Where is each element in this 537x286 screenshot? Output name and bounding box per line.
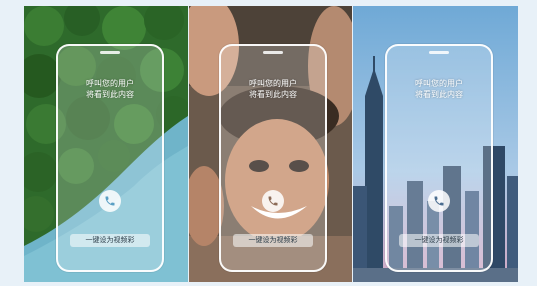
caller-notice-line1: 呼叫您的用户 xyxy=(86,79,134,88)
preview-panel-forest[interactable]: 呼叫您的用户 将看到此内容 一键设为视频彩 xyxy=(24,6,188,282)
set-video-ringtone-button[interactable]: 一键设为视频彩 xyxy=(233,234,313,247)
caller-notice-line1: 呼叫您的用户 xyxy=(415,79,463,88)
phone-icon xyxy=(105,196,115,206)
speaker-slot xyxy=(429,51,449,54)
call-button[interactable] xyxy=(99,190,121,212)
set-video-ringtone-button[interactable]: 一键设为视频彩 xyxy=(70,234,150,247)
phone-icon xyxy=(434,196,444,206)
caller-notice: 呼叫您的用户 将看到此内容 xyxy=(221,78,325,100)
phone-mockup: 呼叫您的用户 将看到此内容 一键设为视频彩 xyxy=(219,44,327,272)
caller-notice: 呼叫您的用户 将看到此内容 xyxy=(58,78,162,100)
preview-panel-child[interactable]: 呼叫您的用户 将看到此内容 一键设为视频彩 xyxy=(189,6,352,282)
caller-notice-line2: 将看到此内容 xyxy=(415,90,463,99)
preview-panel-city[interactable]: 呼叫您的用户 将看到此内容 一键设为视频彩 xyxy=(353,6,518,282)
speaker-slot xyxy=(263,51,283,54)
caller-notice-line2: 将看到此内容 xyxy=(249,90,297,99)
phone-mockup: 呼叫您的用户 将看到此内容 一键设为视频彩 xyxy=(385,44,493,272)
caller-notice-line1: 呼叫您的用户 xyxy=(249,79,297,88)
phone-icon xyxy=(268,196,278,206)
call-button[interactable] xyxy=(262,190,284,212)
speaker-slot xyxy=(100,51,120,54)
set-video-ringtone-button[interactable]: 一键设为视频彩 xyxy=(399,234,479,247)
call-button[interactable] xyxy=(428,190,450,212)
caller-notice-line2: 将看到此内容 xyxy=(86,90,134,99)
phone-mockup: 呼叫您的用户 将看到此内容 一键设为视频彩 xyxy=(56,44,164,272)
caller-notice: 呼叫您的用户 将看到此内容 xyxy=(387,78,491,100)
